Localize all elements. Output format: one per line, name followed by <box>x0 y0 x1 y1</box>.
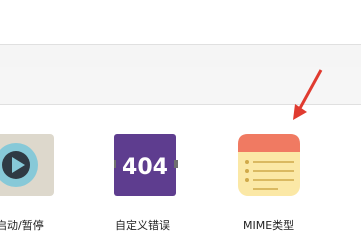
custom-error-tile[interactable]: 404 <box>114 134 178 196</box>
toolbar <box>0 44 361 68</box>
annotation-arrow-icon <box>293 69 323 120</box>
play-icon <box>0 134 54 196</box>
error-badge-text: 404 <box>122 155 168 180</box>
start-stop-label: 启动/暂停 <box>0 219 44 232</box>
error-404-icon: 404 <box>114 134 178 196</box>
custom-error-label: 自定义错误 <box>115 219 170 232</box>
notepad-icon <box>238 134 300 196</box>
mime-type-label: MIME类型 <box>243 219 295 232</box>
start-stop-tile[interactable] <box>0 134 54 196</box>
mime-type-tile[interactable] <box>238 134 300 196</box>
